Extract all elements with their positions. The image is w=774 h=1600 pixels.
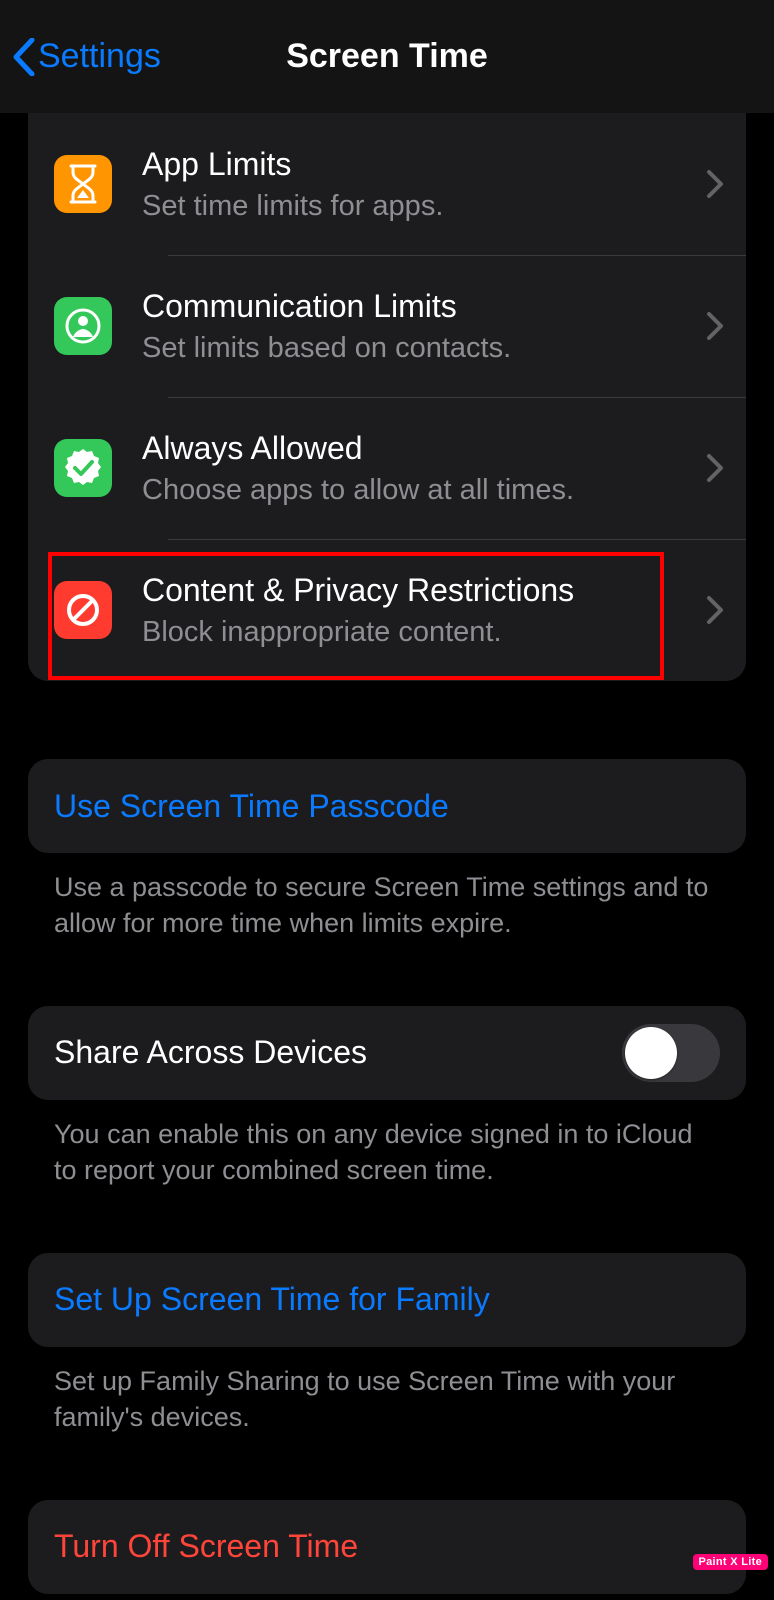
row-subtitle: Set limits based on contacts. [142,330,694,366]
chevron-right-icon [706,595,724,625]
row-turn-off[interactable]: Turn Off Screen Time [28,1500,746,1594]
row-title: Always Allowed [142,428,694,468]
no-symbol-icon [54,581,112,639]
settings-group-share: Share Across Devices [28,1006,746,1100]
row-use-passcode[interactable]: Use Screen Time Passcode [28,759,746,853]
destructive-label: Turn Off Screen Time [54,1528,358,1565]
row-always-allowed[interactable]: Always Allowed Choose apps to allow at a… [28,397,746,539]
person-circle-icon [54,297,112,355]
row-communication-limits[interactable]: Communication Limits Set limits based on… [28,255,746,397]
row-content-privacy[interactable]: Content & Privacy Restrictions Block ina… [28,539,746,681]
row-title: App Limits [142,144,694,184]
toggle-knob [625,1027,677,1079]
row-app-limits[interactable]: App Limits Set time limits for apps. [28,113,746,255]
back-label: Settings [38,37,161,76]
footer-share: You can enable this on any device signed… [28,1100,746,1189]
row-title: Content & Privacy Restrictions [142,570,694,610]
settings-group-family: Set Up Screen Time for Family [28,1253,746,1347]
watermark-badge: Paint X Lite [693,1554,769,1570]
hourglass-icon [54,155,112,213]
link-label: Use Screen Time Passcode [54,788,449,825]
settings-group-turnoff: Turn Off Screen Time [28,1500,746,1594]
navigation-bar: Settings Screen Time [0,0,774,113]
chevron-right-icon [706,169,724,199]
row-label: Share Across Devices [54,1034,367,1071]
settings-group-passcode: Use Screen Time Passcode [28,759,746,853]
settings-group-main: App Limits Set time limits for apps. Com… [28,113,746,681]
link-label: Set Up Screen Time for Family [54,1281,490,1318]
footer-passcode: Use a passcode to secure Screen Time set… [28,853,746,942]
chevron-right-icon [706,311,724,341]
row-setup-family[interactable]: Set Up Screen Time for Family [28,1253,746,1347]
row-share-across-devices[interactable]: Share Across Devices [28,1006,746,1100]
row-subtitle: Set time limits for apps. [142,188,694,224]
checkmark-seal-icon [54,439,112,497]
share-toggle[interactable] [622,1024,720,1082]
back-button[interactable]: Settings [12,37,161,76]
footer-family: Set up Family Sharing to use Screen Time… [28,1347,746,1436]
row-subtitle: Block inappropriate content. [142,614,694,650]
chevron-right-icon [706,453,724,483]
row-subtitle: Choose apps to allow at all times. [142,472,694,508]
row-title: Communication Limits [142,286,694,326]
chevron-left-icon [12,38,36,76]
